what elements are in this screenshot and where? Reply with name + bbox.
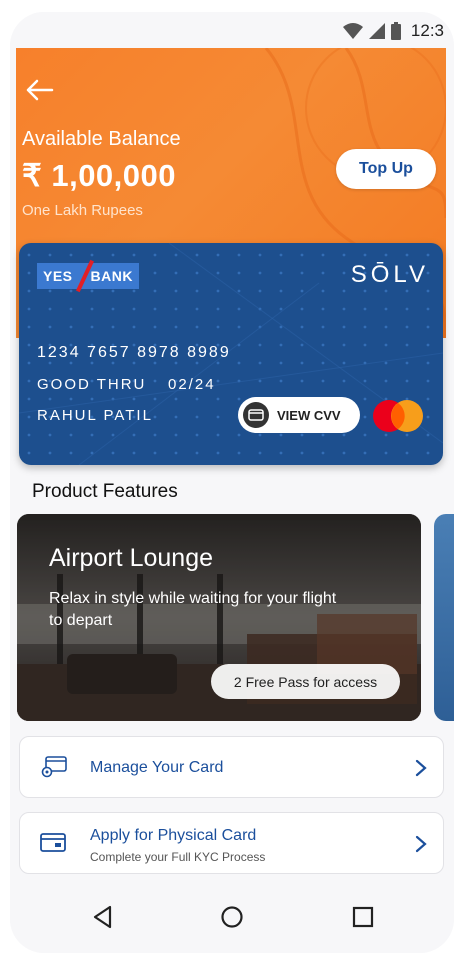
- signal-icon: [368, 23, 385, 39]
- product-features-title: Product Features: [32, 481, 178, 502]
- battery-icon: [390, 22, 401, 40]
- bank-logo-text-right: BANK: [90, 268, 133, 284]
- available-balance-label: Available Balance: [22, 128, 181, 150]
- view-cvv-button[interactable]: VIEW CVV: [238, 397, 360, 433]
- status-time: 12:3: [410, 21, 444, 40]
- good-thru-label: GOOD THRU: [37, 376, 147, 393]
- card-icon: [243, 402, 269, 428]
- feature-title: Airport Lounge: [49, 544, 214, 572]
- balance-in-words: One Lakh Rupees: [22, 202, 143, 219]
- balance-amount: ₹ 1,00,000: [22, 158, 177, 193]
- view-cvv-label: VIEW CVV: [277, 407, 341, 423]
- chevron-right-icon: [415, 835, 427, 853]
- solv-logo: SŌLV: [350, 261, 429, 288]
- back-triangle-icon[interactable]: [90, 904, 116, 930]
- top-up-button[interactable]: Top Up: [336, 149, 436, 189]
- feature-badge: 2 Free Pass for access: [211, 664, 400, 699]
- card-expiry: 02/24: [168, 376, 216, 393]
- manage-card-row[interactable]: Manage Your Card: [19, 736, 444, 798]
- wifi-icon: [342, 23, 363, 39]
- feature-description: Relax in style while waiting for your fl…: [49, 590, 337, 629]
- card-holder-name: RAHUL PATIL: [37, 407, 153, 424]
- card-settings-icon: [41, 756, 67, 778]
- back-arrow-icon[interactable]: [24, 76, 56, 104]
- feature-card-airport-lounge[interactable]: Airport Lounge Relax in style while wait…: [17, 514, 421, 721]
- yes-bank-logo: YES BANK: [37, 259, 139, 293]
- mastercard-icon: [373, 400, 423, 432]
- manage-card-label: Manage Your Card: [90, 759, 224, 776]
- home-circle-icon[interactable]: [219, 904, 245, 930]
- recents-square-icon[interactable]: [350, 904, 376, 930]
- bank-logo-text-left: YES: [43, 268, 73, 284]
- apply-physical-card-subtitle: Complete your Full KYC Process: [90, 850, 266, 864]
- apply-physical-card-label: Apply for Physical Card: [90, 827, 257, 844]
- phone-frame: 12:3 Available Balance ₹ 1,00,000 One La…: [10, 12, 454, 953]
- debit-card: YES BANK SŌLV 1234 7657 8978 8989 GOOD T…: [19, 243, 443, 465]
- card-icon: [40, 833, 66, 852]
- chevron-right-icon: [415, 759, 427, 777]
- apply-physical-card-row[interactable]: Apply for Physical Card Complete your Fu…: [19, 812, 444, 874]
- feature-card-next-peek[interactable]: [434, 514, 454, 721]
- android-nav-bar: [10, 880, 454, 953]
- status-bar: 12:3: [10, 12, 454, 50]
- card-number: 1234 7657 8978 8989: [37, 344, 231, 361]
